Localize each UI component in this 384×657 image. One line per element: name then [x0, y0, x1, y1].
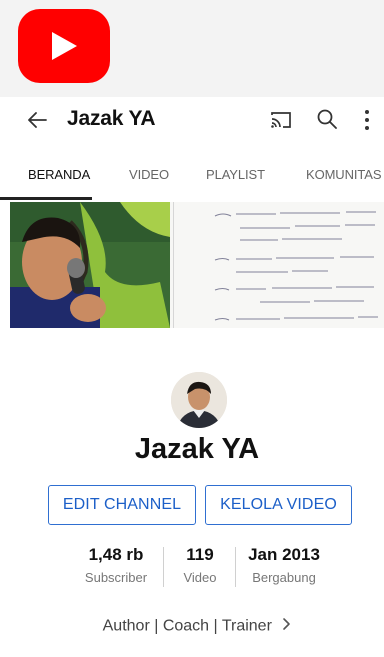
video-count: 119: [186, 545, 214, 564]
subscriber-label: Subscriber: [84, 570, 148, 585]
search-icon[interactable]: [316, 108, 338, 130]
tab-komunitas[interactable]: KOMUNITAS: [306, 167, 382, 182]
edit-channel-button[interactable]: EDIT CHANNEL: [48, 485, 196, 525]
channel-tabs: BERANDA VIDEO PLAYLIST KOMUNITAS: [0, 157, 384, 200]
stat-divider: [235, 547, 236, 587]
channel-description: Author | Coach | Trainer: [102, 617, 272, 635]
tab-video[interactable]: VIDEO: [129, 167, 169, 182]
joined-date: Jan 2013: [248, 545, 320, 564]
cast-icon[interactable]: [270, 110, 292, 130]
chevron-right-icon: [282, 617, 291, 636]
more-vertical-icon[interactable]: [362, 107, 372, 133]
stat-subscribers: 1,48 rb Subscriber: [80, 545, 152, 585]
back-arrow-icon[interactable]: [26, 109, 48, 131]
active-tab-indicator: [0, 197, 92, 200]
stat-joined: Jan 2013 Bergabung: [242, 545, 326, 585]
youtube-app-logo: [18, 9, 110, 83]
channel-screen: Jazak YA BERANDA VIDEO PLAYLIST KOMUNITA…: [0, 97, 384, 657]
app-bar: Jazak YA: [0, 97, 384, 143]
tab-playlist[interactable]: PLAYLIST: [206, 167, 265, 182]
channel-avatar[interactable]: [171, 372, 227, 428]
joined-label: Bergabung: [252, 570, 316, 585]
subscriber-count: 1,48 rb: [88, 545, 144, 564]
tab-beranda[interactable]: BERANDA: [28, 167, 90, 182]
youtube-logo-icon: [18, 9, 110, 83]
manage-videos-button[interactable]: KELOLA VIDEO: [205, 485, 352, 525]
stat-divider: [163, 547, 164, 587]
stat-videos: 119 Video: [172, 545, 228, 585]
channel-title: Jazak YA: [67, 107, 156, 130]
channel-description-link[interactable]: Author | Coach | Trainer: [0, 617, 384, 636]
channel-banner-image: [10, 202, 384, 328]
channel-name: Jazak YA: [134, 433, 260, 465]
video-label: Video: [183, 570, 217, 585]
